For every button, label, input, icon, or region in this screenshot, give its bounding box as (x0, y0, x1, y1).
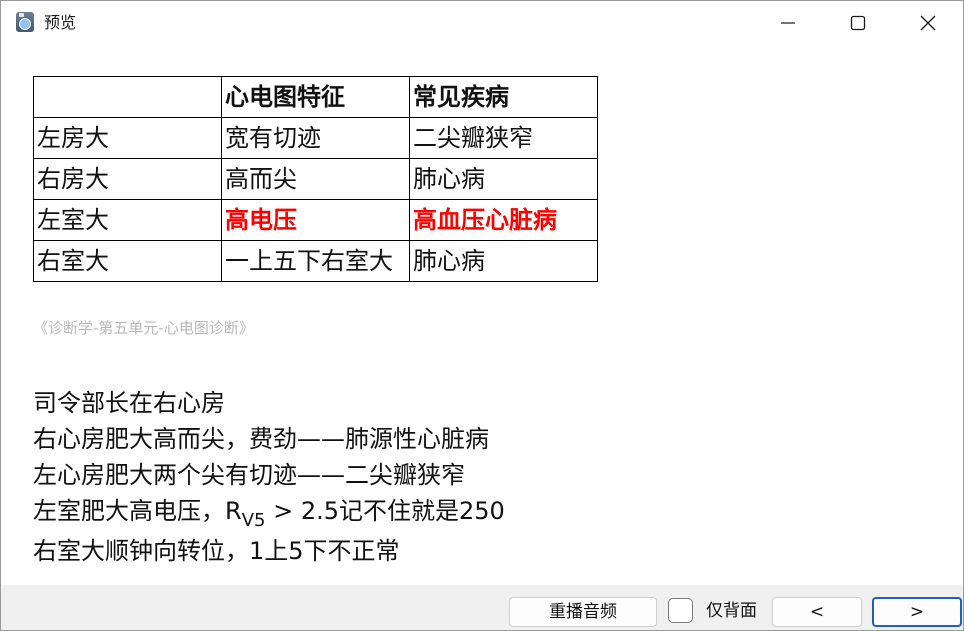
maximize-button[interactable] (823, 1, 893, 45)
v5-subscript: V5 (241, 510, 266, 531)
next-button[interactable]: > (872, 597, 962, 627)
replay-audio-button[interactable]: 重播音频 (509, 597, 657, 627)
source-caption: 《诊断学-第五单元-心电图诊断》 (33, 319, 254, 337)
close-icon (920, 15, 936, 31)
back-only-label[interactable]: 仅背面 (706, 599, 757, 623)
table-cell: 右房大 (33, 158, 222, 200)
table-cell: 右室大 (33, 240, 222, 282)
table-header-cell: 常见疾病 (409, 76, 598, 118)
close-button[interactable] (893, 1, 963, 45)
note-line: 右心房肥大高而尖，费劲——肺源性心脏病 (33, 425, 489, 453)
previous-button[interactable]: < (772, 597, 862, 627)
highlighted-cell: 高血压心脏病 (409, 199, 598, 241)
highlighted-cell: 高电压 (221, 199, 410, 241)
note-line: 左心房肥大两个尖有切迹——二尖瓣狭窄 (33, 461, 465, 489)
note-text: 左室肥大高电压，R (33, 497, 242, 525)
table-cell: 左室大 (33, 199, 222, 241)
title-bar: 预览 (1, 1, 963, 45)
note-text: > 2.5记不住就是250 (265, 497, 505, 525)
bottom-toolbar: 重播音频 仅背面 < > (1, 585, 963, 630)
table-row: 右室大 一上五下右室大 肺心病 (33, 240, 598, 282)
table-row: 右房大 高而尖 肺心病 (33, 158, 598, 200)
mnemonic-notes: 司令部长在右心房 右心房肥大高而尖，费劲——肺源性心脏病 左心房肥大两个尖有切迹… (33, 385, 505, 569)
ecg-table: 心电图特征 常见疾病 左房大 宽有切迹 二尖瓣狭窄 右房大 高而尖 肺心病 左室… (33, 76, 598, 282)
table-row-highlighted: 左室大 高电压 高血压心脏病 (33, 199, 598, 241)
note-line: 司令部长在右心房 (33, 389, 225, 417)
note-line-rv5: 左室肥大高电压，RV5 > 2.5记不住就是250 (33, 493, 505, 531)
table-cell: 宽有切迹 (221, 117, 410, 159)
table-cell: 一上五下右室大 (221, 240, 410, 282)
minimize-button[interactable] (753, 1, 823, 45)
table-cell: 二尖瓣狭窄 (409, 117, 598, 159)
table-cell: 高而尖 (221, 158, 410, 200)
window-title: 预览 (44, 13, 77, 32)
table-cell: 肺心病 (409, 158, 598, 200)
minimize-icon (781, 22, 795, 24)
table-header-row: 心电图特征 常见疾病 (33, 76, 598, 118)
table-row: 左房大 宽有切迹 二尖瓣狭窄 (33, 117, 598, 159)
table-header-cell (33, 76, 222, 118)
table-header-cell: 心电图特征 (221, 76, 410, 118)
preview-window: 预览 心电图特征 常见疾病 左房大 宽有切迹 二尖瓣狭窄 右房大 高而尖 肺心病… (0, 0, 964, 631)
card-content: 心电图特征 常见疾病 左房大 宽有切迹 二尖瓣狭窄 右房大 高而尖 肺心病 左室… (1, 45, 963, 585)
maximize-icon (850, 15, 866, 31)
table-cell: 左房大 (33, 117, 222, 159)
back-only-checkbox[interactable] (668, 598, 693, 623)
note-line: 右室大顺钟向转位，1上5下不正常 (33, 537, 400, 565)
slideshow-app-icon (16, 12, 34, 32)
table-cell: 肺心病 (409, 240, 598, 282)
